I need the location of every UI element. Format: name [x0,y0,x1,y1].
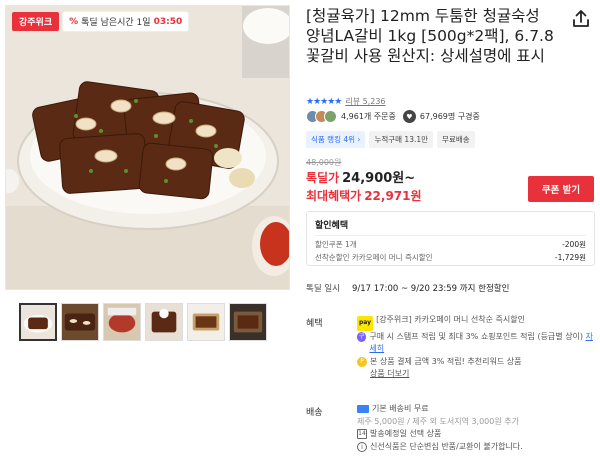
kakao-benefit-text: [강주위크] 카카오페이 머니 선착순 즉시할인 [376,315,525,324]
delivery-fee-sub: 제주 5,000원 / 제주 외 도서지역 3,000원 추가 [357,416,519,426]
delivery-notice-line: i 신선식품은 단순변심 반품/교환이 불가합니다. [357,441,593,454]
product-info: [청귤육가] 12mm 두툼한 청귤숙성 양념LA갈비 1kg [500g*2팩… [306,6,596,66]
delivery-schedule-line: 14 발송예정일 선택 상품 [357,428,593,441]
coupon-discount-amount: -200원 [562,240,586,249]
kakaopay-icon: pay [357,316,374,331]
product-photo-illustration [6,6,289,289]
main-product-image[interactable]: 강주위크 % 톡딜 남은시간 1일 03:50 [5,5,290,290]
share-icon[interactable] [568,6,594,32]
deal-period-text: 9/17 17:00 ~ 9/20 23:59 까지 한정할인 [352,282,509,294]
deal-period-row: 톡딜 일시 9/17 17:00 ~ 9/20 23:59 까지 한정할인 [306,282,509,294]
benefits-body: pay [강주위크] 카카오페이 머니 선착순 즉시할인 구 구매 시 스탬프 … [357,314,593,381]
kakao-benefit-line: pay [강주위크] 카카오페이 머니 선착순 즉시할인 [357,314,593,331]
deal-price-label: 톡딜가 [306,171,340,185]
heart-icon: ♥ [402,110,416,123]
percent-icon: % [69,16,79,27]
thumbnail-4[interactable] [145,303,183,341]
coupon-button[interactable]: 쿠폰 받기 [528,176,594,202]
review-count-link[interactable]: 리뷰 5,236 [345,96,385,107]
discount-header: 할인혜택 [315,221,349,231]
ranking-chip[interactable]: 식품 랭킹 4위 › [306,131,366,148]
free-shipping-chip: 무료배송 [437,131,475,148]
divider [315,235,586,236]
more-products-link[interactable]: 상품 더보기 [370,369,409,378]
stamp-benefit-line: 구 구매 시 스탬프 적립 및 최대 3% 쇼핑포인트 적립 (등급별 상이) … [357,331,593,356]
deal-timer-badge: % 톡딜 남은시간 1일 03:50 [63,12,189,31]
product-title: [청귤육가] 12mm 두툼한 청귤숙성 양념LA갈비 1kg [500g*2팩… [306,7,554,65]
stamp-benefit-desc: 구매 시 스탬프 적립 및 최대 3% 쇼핑포인트 적립 (등급별 상이) [369,331,584,341]
social-proof-row: 4,961개 주문중 ♥ 67,969명 구경중 [306,110,480,123]
viewer-count: 67,969명 구경중 [419,112,480,121]
coupon-discount-label: 할인쿠폰 1개 [315,240,357,249]
product-page: 강주위크 % 톡딜 남은시간 1일 03:50 [청귤육가] 12mm 두툼한 … [0,0,600,467]
order-count: 4,961개 주문중 [341,112,396,121]
thumbnail-strip [19,303,267,341]
deal-period-suffix: 까지 한정할인 [459,284,510,294]
max-benefit-row: 최대혜택가 22,971원 [306,187,422,204]
max-benefit-label: 최대혜택가 [306,189,362,203]
timer-label: 톡딜 남은시간 1일 [81,18,151,28]
promo-badge-row: 강주위크 % 톡딜 남은시간 1일 03:50 [12,12,189,31]
reward-benefit-desc: 본 상품 결제 금액 3% 적립! 추천리워드 상품 [370,356,522,366]
info-icon: i [357,441,367,452]
reward-benefit-line: P 본 상품 결제 금액 3% 적립! 추천리워드 상품 상품 더보기 [357,356,593,381]
timer-time: 03:50 [153,16,183,27]
point-coin-icon: P [357,356,367,367]
discount-box: 할인혜택 할인쿠폰 1개 -200원 선착순할인 카카오페이 머니 즉시할인 -… [306,211,595,266]
benefits-label: 혜택 [306,319,323,329]
delivery-body: 기본 배송비 무료 제주 5,000원 / 제주 외 도서지역 3,000원 추… [357,403,593,453]
calendar-icon: 14 [357,429,367,439]
max-benefit-value: 22,971원 [364,189,422,203]
deal-price-value: 24,900원~ [342,171,416,186]
stamp-icon: 구 [357,331,367,342]
thumbnail-5[interactable] [187,303,225,341]
truck-icon [357,405,369,413]
delivery-fee-line: 기본 배송비 무료 [357,403,593,416]
thumbnail-3[interactable] [103,303,141,341]
delivery-label: 배송 [306,408,323,418]
deal-period-range: 9/17 17:00 ~ 9/20 23:59 [351,284,458,294]
buyer-avatars [306,110,337,123]
rating-row: ★★★★★ 리뷰 5,236 [306,96,386,107]
deal-price-row: 톡딜가 24,900원~ [306,167,415,186]
instant-discount-amount: -1,729원 [554,253,586,262]
instant-discount-label: 선착순할인 카카오페이 머니 즉시할인 [315,253,433,262]
delivery-schedule: 발송예정일 선택 상품 [370,429,442,438]
tag-chip-row: 식품 랭킹 4위 › 누적구매 13.1만 무료배송 [306,131,475,148]
store-badge: 강주위크 [12,12,60,31]
thumbnail-6[interactable] [229,303,267,341]
thumbnail-2[interactable] [61,303,99,341]
purchase-count-chip: 누적구매 13.1만 [369,131,434,148]
avatar [324,110,337,123]
reward-benefit-text: 본 상품 결제 금액 3% 적립! 추천리워드 상품 상품 더보기 [370,356,521,381]
star-rating-icon: ★★★★★ [306,96,342,107]
stamp-benefit-text: 구매 시 스탬프 적립 및 최대 3% 쇼핑포인트 적립 (등급별 상이) 자세… [369,331,593,356]
delivery-fee: 기본 배송비 무료 [372,404,429,413]
delivery-notice: 신선식품은 단순변심 반품/교환이 불가합니다. [370,441,523,451]
thumbnail-1[interactable] [19,303,57,341]
deal-period-label: 톡딜 일시 [306,284,340,294]
